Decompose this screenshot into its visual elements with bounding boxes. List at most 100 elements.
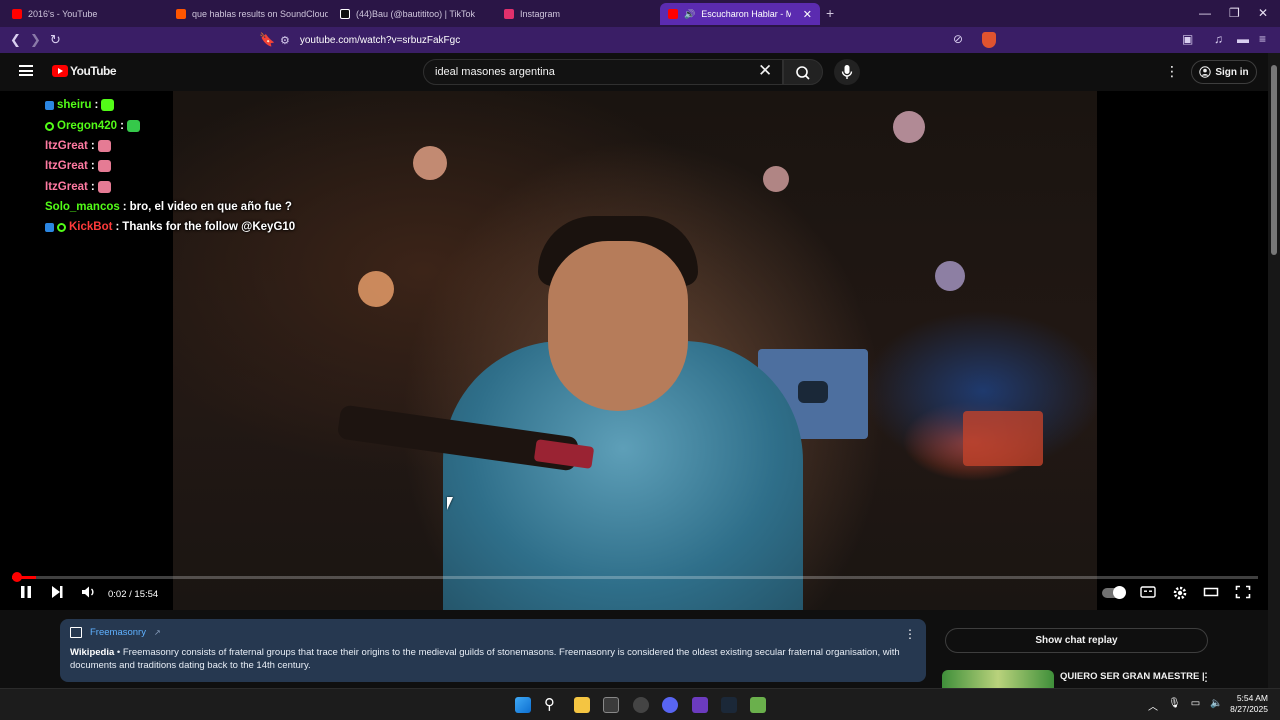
fullscreen-icon — [1235, 585, 1251, 599]
info-panel-more-icon[interactable]: ⋮ — [904, 627, 916, 641]
tab-tiktok[interactable]: (44)Bau (@bautititoo) | TikTok — [332, 3, 492, 25]
youtube-favicon-icon — [12, 9, 22, 19]
settings-more-icon[interactable]: ⋮ — [1165, 63, 1179, 80]
search-input[interactable]: ideal masones argentina — [423, 59, 783, 85]
address-bar[interactable]: ⚙ youtube.com/watch?v=srbuzFakFgc — [280, 30, 1000, 50]
settings-button[interactable] — [1172, 585, 1188, 604]
scrollbar-thumb[interactable] — [1271, 65, 1277, 255]
info-panel-link[interactable]: Freemasonry — [90, 627, 146, 638]
recommended-video-title[interactable]: QUIERO SER GRAN MAESTRE | — [1060, 671, 1205, 682]
verified-badge-icon — [57, 222, 66, 232]
youtube-header: YouTube ideal masones argentina ✕ ⋮ Sign… — [0, 53, 1268, 91]
shields-off-icon[interactable]: ⊘ — [953, 32, 963, 46]
voice-search-button[interactable] — [834, 59, 860, 85]
recommended-more-icon[interactable]: ⋮ — [1200, 670, 1212, 684]
hug-emote-icon — [97, 160, 111, 172]
chrome-icon[interactable] — [633, 697, 649, 713]
chat-message-text: bro, el video en que año fue ? — [129, 201, 292, 213]
instagram-favicon-icon — [504, 9, 514, 19]
reload-button[interactable]: ↻ — [50, 32, 61, 48]
show-chat-replay-button[interactable]: Show chat replay — [945, 628, 1208, 653]
pause-button[interactable] — [19, 585, 33, 602]
network-icon[interactable]: ▭ — [1191, 698, 1200, 713]
chat-message: ItzGreat : — [45, 140, 111, 152]
youtube-favicon-icon — [668, 9, 678, 19]
chat-separator: : — [94, 99, 99, 111]
chat-separator: : — [120, 120, 124, 132]
clear-search-icon[interactable]: ✕ — [758, 62, 772, 80]
tiktok-favicon-icon — [340, 9, 350, 19]
chat-separator: : — [115, 221, 120, 233]
chat-message: Solo_mancos : bro, el video en que año f… — [45, 201, 292, 213]
tab-soundcloud[interactable]: que hablas results on SoundCloud — [168, 3, 328, 25]
information-panel: Freemasonry ↗ ⋮ Wikipedia • Freemasonry … — [60, 619, 926, 682]
app-menu-icon[interactable]: ≡ — [1259, 32, 1266, 46]
tab-label: Instagram — [520, 9, 561, 19]
speaker-icon[interactable]: 🔈 — [1210, 698, 1222, 713]
microphone-icon[interactable]: 🎙 — [1168, 698, 1181, 713]
restore-button[interactable]: ❐ — [1229, 6, 1240, 20]
bookmark-icon[interactable]: 🔖 — [259, 32, 275, 48]
bot-badge-icon — [45, 100, 54, 110]
search-icon[interactable]: ⚲ — [544, 695, 560, 713]
new-tab-button[interactable]: + — [826, 5, 834, 21]
url-text: youtube.com/watch?v=srbuzFakFgc — [299, 34, 461, 46]
chat-replay-label: Show chat replay — [1035, 635, 1118, 646]
autoplay-toggle[interactable] — [1102, 586, 1126, 599]
progress-bar[interactable] — [12, 572, 1258, 582]
brave-shield-icon[interactable] — [982, 32, 996, 48]
captions-icon — [1140, 586, 1156, 598]
heart-emote-icon — [126, 120, 140, 132]
youtube-logo-text: YouTube — [70, 64, 117, 78]
volume-button[interactable] — [81, 585, 97, 602]
close-window-button[interactable]: ✕ — [1258, 6, 1268, 20]
hug-emote-icon — [97, 140, 111, 152]
store-icon[interactable] — [603, 697, 619, 713]
media-icon[interactable]: ♫ — [1214, 32, 1223, 46]
clock[interactable]: 5:54 AM 8/27/2025 — [1226, 693, 1268, 715]
windows-taskbar: ⚲ ︿ 🎙 ▭ 🔈 5:54 AM 8/27/2025 — [0, 688, 1280, 720]
tab-instagram[interactable]: Instagram — [496, 3, 656, 25]
chat-message: Oregon420 : — [45, 120, 140, 132]
back-button[interactable]: ❮ — [10, 32, 21, 48]
tab-label: 2016's - YouTube — [28, 9, 98, 19]
chevron-up-icon[interactable]: ︿ — [1148, 698, 1158, 713]
sign-in-button[interactable]: Sign in — [1191, 60, 1257, 84]
pause-icon — [21, 586, 31, 598]
wallet-icon[interactable]: ▬ — [1237, 32, 1249, 46]
volume-icon — [82, 586, 94, 598]
progress-scrubber[interactable] — [12, 572, 22, 582]
search-button[interactable] — [783, 59, 823, 85]
site-settings-icon[interactable]: ⚙ — [280, 34, 290, 47]
minimize-button[interactable]: — — [1199, 6, 1211, 20]
windows-start-icon[interactable] — [515, 697, 531, 713]
red-sign — [963, 411, 1043, 466]
chat-message-text: Thanks for the follow @KeyG10 — [122, 221, 296, 233]
page-scrollbar[interactable] — [1268, 53, 1280, 688]
search-query-text: ideal masones argentina — [435, 66, 555, 78]
video-player[interactable]: recklessvely : happy 1 month! hahareckle… — [0, 91, 1268, 610]
sidebar-icon[interactable]: ▣ — [1182, 32, 1193, 46]
brave-browser-icon[interactable] — [692, 697, 708, 713]
tab-label: que hablas results on SoundCloud — [192, 9, 328, 19]
tab-youtube-2016[interactable]: 2016's - YouTube — [4, 3, 154, 25]
theater-mode-button[interactable] — [1203, 585, 1219, 602]
steam-icon[interactable] — [721, 697, 737, 713]
app-icon[interactable] — [750, 697, 766, 713]
captions-button[interactable] — [1140, 585, 1156, 602]
youtube-logo[interactable]: YouTube — [52, 64, 117, 78]
external-link-icon: ↗ — [153, 628, 161, 637]
hamburger-menu-icon[interactable] — [19, 65, 33, 76]
file-explorer-icon[interactable] — [574, 697, 590, 713]
chat-overlay: recklessvely : happy 1 month! hahareckle… — [0, 91, 320, 240]
fullscreen-button[interactable] — [1235, 585, 1251, 602]
bokeh-light — [358, 271, 394, 307]
youtube-play-logo-icon — [52, 65, 68, 77]
close-tab-icon[interactable]: ✕ — [803, 8, 812, 21]
tab-active-masoneria[interactable]: 🔊 Escucharon Hablar - MASONI ✕ — [660, 3, 820, 25]
chat-username: sheiru — [57, 99, 92, 111]
discord-icon[interactable] — [662, 697, 678, 713]
next-button[interactable] — [50, 585, 64, 602]
recommended-video-thumbnail[interactable] — [942, 670, 1054, 688]
forward-button[interactable]: ❯ — [30, 32, 41, 48]
